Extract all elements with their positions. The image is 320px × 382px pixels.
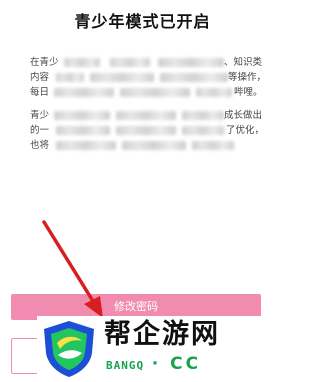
watermark-domain-tld: · CC bbox=[151, 354, 202, 374]
watermark-domain: BANGQ · CC bbox=[106, 354, 286, 374]
shield-logo-icon bbox=[44, 321, 94, 377]
watermark-domain-name: BANGQ bbox=[106, 359, 145, 372]
watermark-brand: 帮企游网 bbox=[104, 319, 220, 350]
